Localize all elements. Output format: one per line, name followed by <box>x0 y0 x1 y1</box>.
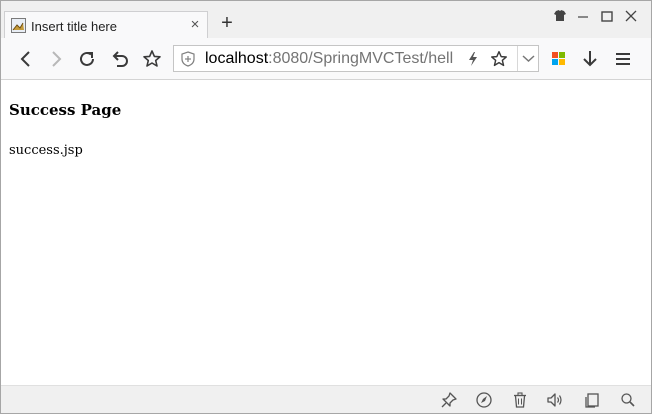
extension-grid-icon[interactable] <box>548 48 570 70</box>
url-path: :8080/SpringMVCTest/hell <box>268 50 454 67</box>
tab-active[interactable]: Insert title here × <box>4 11 208 39</box>
download-icon[interactable] <box>579 48 601 70</box>
site-info-shield-icon[interactable] <box>181 51 195 67</box>
zoom-icon[interactable] <box>619 391 637 409</box>
maximize-icon[interactable] <box>598 7 616 25</box>
page-content: Success Page success.jsp <box>1 80 651 385</box>
pin-icon[interactable] <box>440 391 458 409</box>
close-icon[interactable] <box>622 7 640 25</box>
star-icon[interactable] <box>141 48 163 70</box>
bookmark-star-icon[interactable] <box>489 49 509 69</box>
browser-window: Insert title here × + localhost:8080/Spr… <box>0 0 652 414</box>
undo-icon[interactable] <box>109 48 131 70</box>
forward-icon[interactable] <box>45 48 67 70</box>
shirt-theme-icon[interactable] <box>551 7 569 25</box>
page-body-text: success.jsp <box>9 143 83 158</box>
compass-icon[interactable] <box>475 391 493 409</box>
new-tab-button[interactable]: + <box>217 13 237 33</box>
volume-icon[interactable] <box>546 391 564 409</box>
url-host: localhost <box>205 50 269 67</box>
window-icon[interactable] <box>583 391 601 409</box>
url-dropdown-button[interactable] <box>517 46 539 71</box>
tab-title: Insert title here <box>31 19 117 34</box>
page-favicon-icon <box>11 18 26 33</box>
address-bar[interactable]: localhost:8080/SpringMVCTest/hell <box>173 45 539 72</box>
status-bar <box>1 385 651 413</box>
navigation-toolbar: localhost:8080/SpringMVCTest/hell <box>1 38 651 80</box>
trash-icon[interactable] <box>511 391 529 409</box>
minimize-icon[interactable] <box>574 7 592 25</box>
back-icon[interactable] <box>15 48 37 70</box>
tab-close-icon[interactable]: × <box>188 17 202 33</box>
url-text[interactable]: localhost:8080/SpringMVCTest/hell <box>205 50 453 68</box>
page-heading: Success Page <box>9 101 122 119</box>
menu-icon[interactable] <box>612 48 634 70</box>
reload-icon[interactable] <box>76 48 98 70</box>
lightning-icon[interactable] <box>467 52 479 66</box>
tab-strip: Insert title here × + <box>1 1 651 39</box>
